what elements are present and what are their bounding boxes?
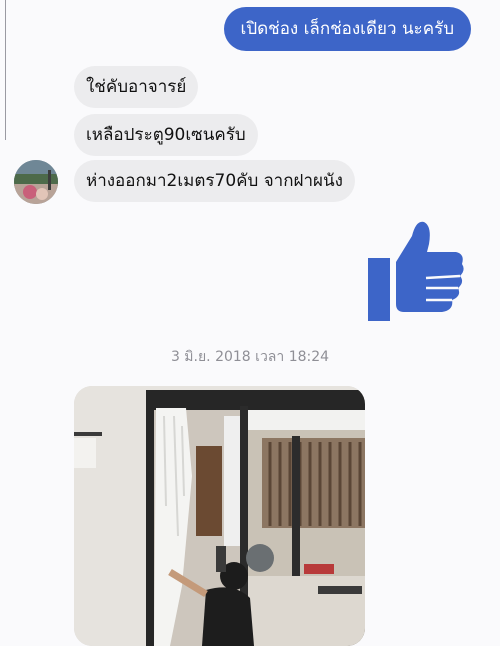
message-timestamp: 3 มิ.ย. 2018 เวลา 18:24 — [170, 349, 330, 365]
left-edge-divider — [5, 0, 6, 140]
received-message-bubble[interactable]: ห่างออกมา2เมตร70คับ จากฝาผนัง — [74, 160, 355, 202]
thumbs-up-icon — [366, 218, 466, 322]
shared-photo[interactable] — [74, 386, 365, 646]
received-message-bubble[interactable]: ใช่คับอาจารย์ — [74, 66, 199, 108]
received-message-bubble[interactable]: เหลือประตู90เซนครับ — [74, 114, 258, 156]
contact-avatar[interactable] — [14, 160, 58, 204]
sent-message-bubble[interactable]: เปิดช่อง เล็กช่องเดียว นะครับ — [223, 7, 471, 51]
